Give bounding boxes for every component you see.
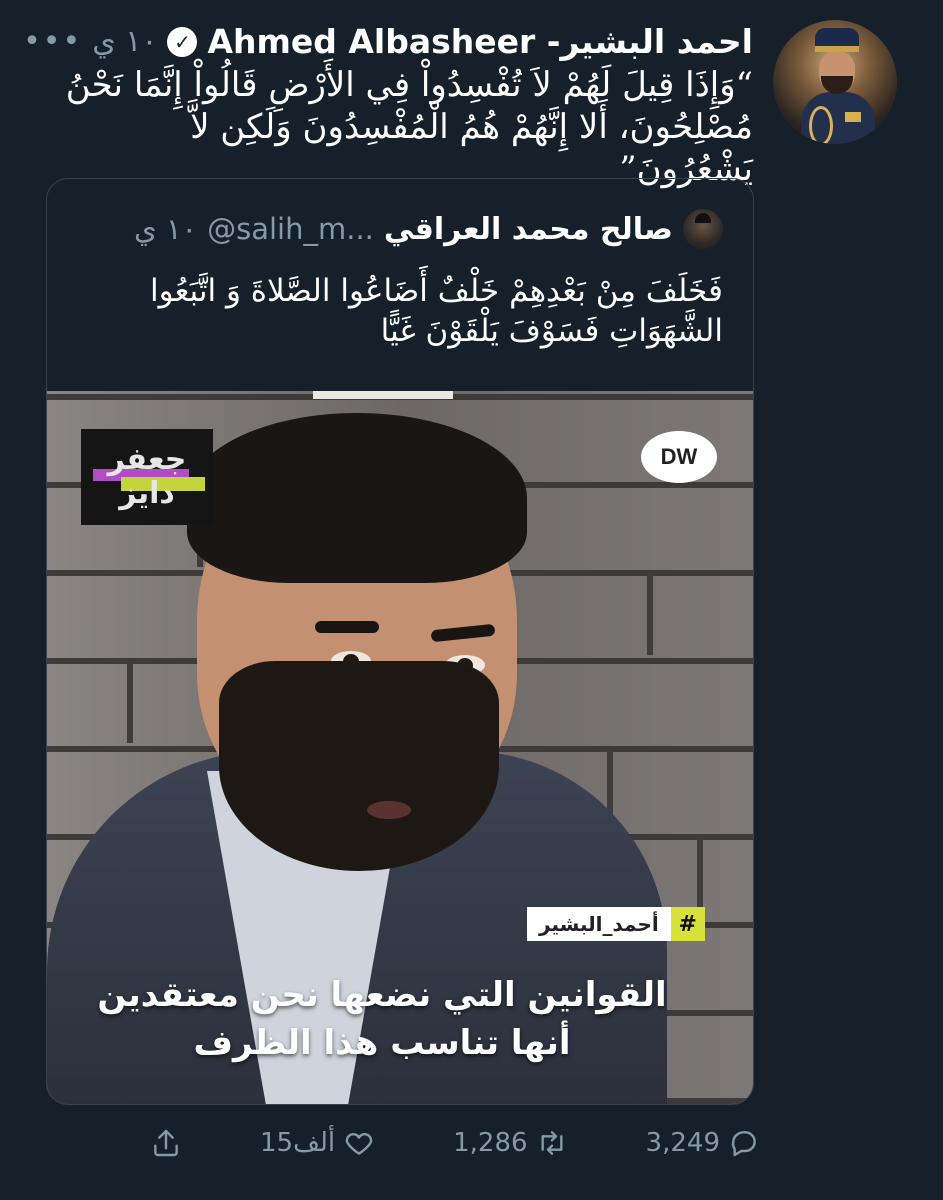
show-logo-line2: دايز bbox=[119, 476, 175, 511]
tweet-text: “وَإِذَا قِيلَ لَهُمْ لاَ تُفْسِدُواْ فِ… bbox=[65, 65, 753, 189]
retweet-count: 1,286 bbox=[453, 1128, 528, 1158]
reply-button[interactable]: 3,249 bbox=[646, 1127, 760, 1159]
retweet-icon bbox=[541, 1131, 563, 1155]
video-thumbnail[interactable]: جعفر دايز DW أحمد_البشير # القوانين التي… bbox=[47, 391, 753, 1104]
quoted-author-avatar[interactable] bbox=[683, 209, 723, 249]
retweet-button[interactable]: 1,286 bbox=[453, 1127, 567, 1159]
heart-icon bbox=[345, 1133, 373, 1155]
caption-line-2: أنها تناسب هذا الظرف bbox=[193, 1023, 571, 1063]
tweet[interactable]: احمد البشير- Ahmed Albasheer ✓ ١٠ ي ••• … bbox=[0, 0, 943, 1200]
verified-badge-icon: ✓ bbox=[167, 26, 198, 57]
tweet-header: احمد البشير- Ahmed Albasheer ✓ ١٠ ي ••• bbox=[23, 22, 753, 61]
quoted-tweet-header: صالح محمد العراقي @salih_m... ١٠ ي bbox=[134, 209, 723, 249]
reply-icon bbox=[731, 1131, 756, 1157]
share-icon bbox=[154, 1129, 178, 1157]
quoted-tweet-timestamp[interactable]: ١٠ ي bbox=[134, 212, 197, 246]
reply-count: 3,249 bbox=[645, 1128, 720, 1158]
tweet-actions: 15ألف 1,286 3,249 bbox=[150, 1118, 760, 1168]
quoted-author-handle[interactable]: @salih_m... bbox=[207, 212, 374, 246]
caption-line-1: القوانين التي نضعها نحن معتقدين bbox=[97, 975, 667, 1015]
hashtag-icon: # bbox=[670, 907, 705, 941]
hashtag-tag: أحمد_البشير # bbox=[527, 907, 705, 941]
quoted-author-name[interactable]: صالح محمد العراقي bbox=[384, 212, 673, 247]
author-avatar[interactable] bbox=[773, 20, 897, 144]
tweet-timestamp[interactable]: ١٠ ي bbox=[92, 24, 157, 59]
show-logo-line1: جعفر bbox=[107, 442, 187, 477]
author-name[interactable]: احمد البشير- Ahmed Albasheer bbox=[207, 22, 753, 61]
show-logo: جعفر دايز bbox=[81, 429, 213, 525]
more-options-icon[interactable]: ••• bbox=[23, 24, 82, 59]
dw-logo: DW bbox=[641, 431, 717, 483]
hashtag-text: أحمد_البشير bbox=[527, 907, 671, 941]
video-caption: القوانين التي نضعها نحن معتقدين أنها تنا… bbox=[47, 971, 717, 1067]
quoted-tweet-text: فَخَلَفَ مِنْ بَعْدِهِمْ خَلْفٌ أَضَاعُو… bbox=[149, 273, 723, 349]
share-button[interactable] bbox=[150, 1127, 182, 1159]
like-count: 15ألف bbox=[259, 1128, 336, 1158]
like-button[interactable]: 15ألف bbox=[260, 1127, 375, 1159]
quoted-tweet[interactable]: صالح محمد العراقي @salih_m... ١٠ ي فَخَل… bbox=[46, 178, 754, 1105]
